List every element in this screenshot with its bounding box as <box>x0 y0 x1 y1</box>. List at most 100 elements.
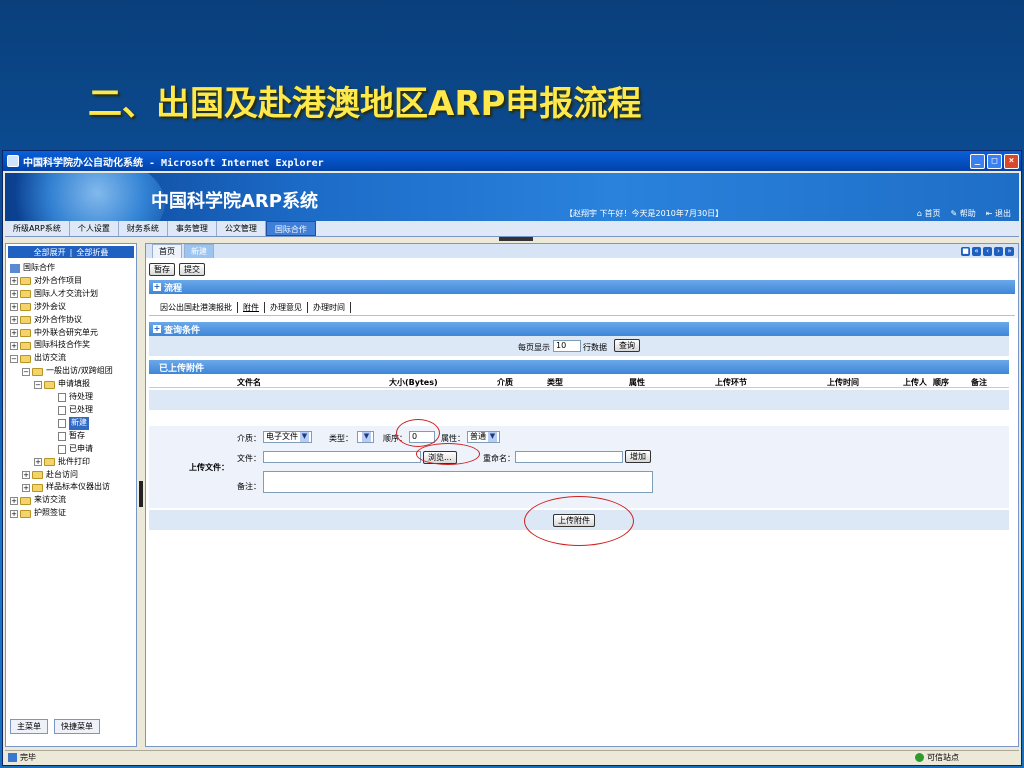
expand-icon[interactable]: + <box>10 316 18 325</box>
query-section-bar[interactable]: + 查询条件 <box>149 322 1009 336</box>
tree-item[interactable]: + 样品标本仪器出访 <box>10 481 132 494</box>
first-page-icon[interactable]: « <box>972 247 981 256</box>
attribute-select[interactable]: 普通 ▼ <box>467 431 500 443</box>
tree-item[interactable]: + 对外合作协议 <box>10 314 132 327</box>
help-link[interactable]: ✎ 帮助 <box>951 208 976 219</box>
tree-item[interactable]: 待处理 <box>10 391 132 404</box>
expand-icon[interactable]: + <box>22 483 30 492</box>
expand-icon[interactable]: + <box>10 341 18 350</box>
tab-home[interactable]: 首页 <box>152 244 182 258</box>
close-button[interactable]: × <box>1004 153 1019 169</box>
col-order[interactable]: 顺序 <box>933 377 949 388</box>
col-attribute[interactable]: 属性 <box>629 377 645 388</box>
tree-item-selected[interactable]: 新建 <box>10 416 132 430</box>
save-draft-button[interactable]: 暂存 <box>149 263 175 276</box>
expand-icon[interactable]: + <box>10 277 18 286</box>
query-button[interactable]: 查询 <box>614 339 640 352</box>
expand-icon[interactable]: + <box>10 328 18 337</box>
menu-item-affairs[interactable]: 事务管理 <box>168 221 217 236</box>
zone-indicator: 可信站点 <box>915 752 959 763</box>
sidebar: 全部展开 | 全部折叠 国际合作 + 对外合作项目 + 国际人才交流计划 + 涉外会议… <box>5 243 137 747</box>
tab-new[interactable]: 新建 <box>184 244 214 258</box>
col-upload-time[interactable]: 上传时间 <box>827 377 859 388</box>
tree-item[interactable]: + 来访交流 <box>10 494 132 507</box>
top-splitter-handle[interactable] <box>499 237 533 241</box>
tree-item[interactable]: + 赴台访问 <box>10 469 132 482</box>
expand-all-link[interactable]: 全部展开 <box>34 247 66 258</box>
tree-item[interactable]: + 国际科技合作奖 <box>10 339 132 352</box>
tree-item[interactable]: + 涉外会议 <box>10 301 132 314</box>
stop-icon[interactable]: ■ <box>961 247 970 256</box>
type-select[interactable]: ▼ <box>357 431 374 443</box>
expand-icon[interactable]: + <box>22 470 30 479</box>
next-page-icon[interactable]: › <box>994 247 1003 256</box>
prev-page-icon[interactable]: ‹ <box>983 247 992 256</box>
collapse-icon[interactable]: − <box>10 354 18 363</box>
col-file-name[interactable]: 文件名 <box>237 377 261 388</box>
tree-item[interactable]: + 国际人才交流计划 <box>10 288 132 301</box>
collapse-icon[interactable]: − <box>22 367 30 376</box>
process-section-bar[interactable]: + 流程 <box>149 280 1015 294</box>
subtab-time[interactable]: 办理时间 <box>308 302 351 313</box>
maximize-button[interactable]: □ <box>987 153 1002 169</box>
logout-icon: ⇤ <box>985 209 995 218</box>
tree-root[interactable]: 国际合作 <box>10 262 132 275</box>
tree-item[interactable]: − 出访交流 <box>10 352 132 365</box>
expand-icon[interactable]: + <box>10 496 18 505</box>
last-page-icon[interactable]: » <box>1005 247 1014 256</box>
tree-item[interactable]: − 申请填报 <box>10 378 132 391</box>
add-button[interactable]: 增加 <box>625 450 651 463</box>
expand-icon[interactable]: + <box>34 458 42 467</box>
collapse-icon[interactable]: − <box>34 380 42 389</box>
submit-button[interactable]: 提交 <box>179 263 205 276</box>
subtab-attachments[interactable]: 附件 <box>238 302 265 313</box>
expand-icon[interactable]: + <box>10 290 18 299</box>
sidebar-splitter-handle[interactable] <box>139 481 143 507</box>
tree-item[interactable]: + 对外合作项目 <box>10 275 132 288</box>
menu-item-documents[interactable]: 公文管理 <box>217 221 266 236</box>
check-icon <box>915 753 924 762</box>
chevron-down-icon: ▼ <box>362 432 371 442</box>
col-size[interactable]: 大小(Bytes) <box>389 377 438 388</box>
main-menu-tab[interactable]: 主菜单 <box>10 719 48 734</box>
tree-item[interactable]: 已申请 <box>10 443 132 456</box>
globe-graphic <box>5 173 165 221</box>
medium-select[interactable]: 电子文件 ▼ <box>263 431 312 443</box>
collapse-all-link[interactable]: 全部折叠 <box>76 247 108 258</box>
tree-item[interactable]: − 一般出访/双跨组团 <box>10 365 132 378</box>
quick-menu-tab[interactable]: 快捷菜单 <box>54 719 100 734</box>
attachments-grid-empty <box>149 390 1009 410</box>
col-medium[interactable]: 介质 <box>497 377 513 388</box>
menu-item-finance[interactable]: 财务系统 <box>119 221 168 236</box>
col-uploader[interactable]: 上传人 <box>903 377 927 388</box>
rename-input[interactable] <box>515 451 623 463</box>
note-label: 备注： <box>237 482 261 491</box>
folder-icon <box>20 341 31 350</box>
per-page-input[interactable]: 10 <box>553 340 581 352</box>
page-tabs: 首页 新建 <box>146 244 1018 258</box>
expand-icon: + <box>153 282 161 291</box>
tree-item[interactable]: + 中外联合研究单元 <box>10 327 132 340</box>
tree-item[interactable]: + 护照签证 <box>10 507 132 520</box>
tree-item[interactable]: 暂存 <box>10 430 132 443</box>
minimize-button[interactable]: _ <box>970 153 985 169</box>
home-link[interactable]: ⌂ 首页 <box>917 208 941 219</box>
document-icon <box>58 444 66 454</box>
tree-item[interactable]: + 批件打印 <box>10 456 132 469</box>
note-textarea[interactable] <box>263 471 653 493</box>
attachments-section-bar: 已上传附件 <box>149 360 1009 374</box>
subtab-approval[interactable]: 因公出国赴港澳报批 <box>155 302 238 313</box>
menu-item-international[interactable]: 国际合作 <box>265 221 316 236</box>
file-path-input[interactable] <box>263 451 421 463</box>
document-icon <box>58 418 66 428</box>
tree-item[interactable]: 已处理 <box>10 404 132 417</box>
expand-icon[interactable]: + <box>10 509 18 518</box>
menu-item-arp[interactable]: 所级ARP系统 <box>5 221 70 236</box>
col-type[interactable]: 类型 <box>547 377 563 388</box>
subtab-opinions[interactable]: 办理意见 <box>265 302 308 313</box>
col-upload-stage[interactable]: 上传环节 <box>715 377 747 388</box>
menu-item-personal[interactable]: 个人设置 <box>70 221 119 236</box>
logout-link[interactable]: ⇤ 退出 <box>986 208 1011 219</box>
col-note[interactable]: 备注 <box>971 377 987 388</box>
expand-icon[interactable]: + <box>10 303 18 312</box>
